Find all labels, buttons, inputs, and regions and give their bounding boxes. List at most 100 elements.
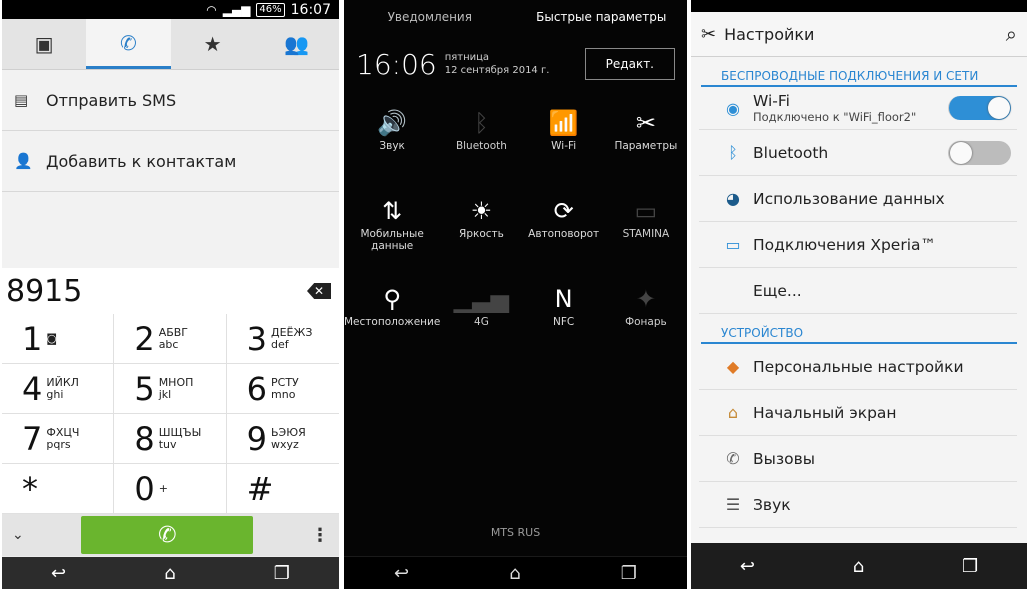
qs-tile-label: Автоповорот xyxy=(528,228,600,240)
key-0[interactable]: 0 + xyxy=(114,464,227,514)
sound-row[interactable]: ☰ Звук xyxy=(699,482,1017,528)
qs-tile-sound[interactable]: 🔊 Звук xyxy=(344,106,440,176)
back-icon[interactable]: ↩ xyxy=(51,563,66,584)
key-letters-primary: ИЙКЛ xyxy=(46,375,79,389)
dialed-number[interactable]: 8915 xyxy=(6,274,82,309)
key-letters: ◙ xyxy=(46,332,57,345)
key-4[interactable]: 4 ИЙКЛ ghi xyxy=(2,364,115,414)
home-icon[interactable]: ⌂ xyxy=(509,563,520,584)
key-8[interactable]: 8 ШЩЪЫ tuv xyxy=(114,414,227,464)
more-row[interactable]: Еще... xyxy=(699,268,1017,314)
clock-date: пятница 12 сентября 2014 г. xyxy=(445,51,550,77)
wifi-toggle[interactable] xyxy=(948,96,1011,120)
xperia-label: Подключения Xperia™ xyxy=(753,235,936,254)
key-9[interactable]: 9 ЬЭЮЯ wxyz xyxy=(226,414,339,464)
tab-notifications[interactable]: Уведомления xyxy=(344,10,516,24)
qs-tile-brightness[interactable]: ☀ Яркость xyxy=(440,194,522,264)
phone-icon: ✆ xyxy=(119,30,137,55)
wifi-row[interactable]: ◉ Wi-Fi Подключено к "WiFi_floor2" xyxy=(699,87,1017,130)
dialer-screen: ◠ ▂▄▆ 46% 16:07 ▣ ✆ ★ 👥 ▤ Отправить SMS … xyxy=(2,0,339,589)
key-letters-secondary: jkl xyxy=(158,387,172,401)
mobile-data-icon: ⇅ xyxy=(382,197,403,225)
collapse-chevron-icon[interactable]: ⌄ xyxy=(12,527,24,543)
xperia-row[interactable]: ▭ Подключения Xperia™ xyxy=(699,222,1017,268)
tab-contacts[interactable]: ▣ xyxy=(2,19,86,69)
data-usage-row[interactable]: ◕ Использование данных xyxy=(699,176,1017,222)
nav-bar: ↩ ⌂ ❐ xyxy=(691,543,1027,589)
overflow-menu-icon[interactable]: ⋮ xyxy=(311,525,329,546)
key-star[interactable]: * xyxy=(2,464,115,514)
section-device: УСТРОЙСТВО xyxy=(701,314,1017,344)
recents-icon[interactable]: ❐ xyxy=(274,563,290,584)
qs-tile-label: Фонарь xyxy=(625,316,667,328)
battery-badge: 46% xyxy=(256,2,285,17)
qs-tile-label: Звук xyxy=(379,140,405,152)
key-2[interactable]: 2 АБВГ abc xyxy=(114,314,227,364)
wifi-icon: 📶 xyxy=(548,109,579,137)
key-letters-primary: ДЕЁЖЗ xyxy=(271,325,313,339)
key-letters-secondary: def xyxy=(271,337,289,351)
key-5[interactable]: 5 МНОП jkl xyxy=(114,364,227,414)
tab-groups[interactable]: 👥 xyxy=(255,19,339,69)
add-contact-action[interactable]: 👤 Добавить к контактам xyxy=(2,131,339,192)
tools-icon: ✂ xyxy=(635,109,656,137)
edit-button[interactable]: Редакт. xyxy=(584,48,675,80)
qs-tile-wifi[interactable]: 📶 Wi-Fi xyxy=(523,106,605,176)
qs-tile-signal[interactable]: ▁▃▅ 4G xyxy=(440,282,522,352)
tools-icon: ✂ xyxy=(701,23,717,45)
key-digit: # xyxy=(246,469,274,508)
home-icon[interactable]: ⌂ xyxy=(853,556,864,577)
recents-icon[interactable]: ❐ xyxy=(962,556,978,577)
key-letters-primary: МНОП xyxy=(158,375,194,389)
tab-favorites[interactable]: ★ xyxy=(171,19,255,69)
tab-phone[interactable]: ✆ xyxy=(86,19,171,69)
add-contact-label: Добавить к контактам xyxy=(46,151,237,171)
key-1[interactable]: 1 ◙ xyxy=(2,314,115,364)
back-icon[interactable]: ↩ xyxy=(394,563,409,584)
bluetooth-row[interactable]: ᛒ Bluetooth xyxy=(699,130,1017,176)
qs-tile-bluetooth[interactable]: ᛒ Bluetooth xyxy=(440,106,522,176)
calls-row[interactable]: ✆ Вызовы xyxy=(699,436,1017,482)
key-letters: ДЕЁЖЗ def xyxy=(271,325,313,351)
status-bar: ◠ ▂▄▆ 46% 16:07 xyxy=(2,0,339,19)
key-hash[interactable]: # xyxy=(226,464,339,514)
key-letters-secondary: mno xyxy=(271,387,296,401)
qs-tile-flashlight[interactable]: ✦ Фонарь xyxy=(605,282,687,352)
home-screen-row[interactable]: ⌂ Начальный экран xyxy=(699,390,1017,436)
personal-row[interactable]: ◆ Персональные настройки xyxy=(699,344,1017,390)
search-icon[interactable]: ⌕ xyxy=(1006,22,1017,46)
key-digit: 1 xyxy=(22,319,43,358)
recents-icon[interactable]: ❐ xyxy=(621,563,637,584)
bluetooth-toggle[interactable] xyxy=(948,140,1011,165)
qs-tile-battery[interactable]: ▭ STAMINA xyxy=(605,194,687,264)
weekday: пятница xyxy=(444,52,490,63)
qs-tile-tools[interactable]: ✂ Параметры xyxy=(605,106,687,176)
calls-label: Вызовы xyxy=(753,449,815,468)
qs-tile-location[interactable]: ⚲ Местоположение xyxy=(344,282,440,352)
qs-tile-autorotate[interactable]: ⟳ Автоповорот xyxy=(523,194,605,264)
key-letters: ФХЦЧ pqrs xyxy=(46,426,79,451)
qs-tile-mobile-data[interactable]: ⇅ Мобильные данные xyxy=(344,194,440,264)
key-letters: РСТУ mno xyxy=(271,376,299,401)
tab-quick-settings[interactable]: Быстрые параметры xyxy=(516,10,688,24)
status-time: 16:07 xyxy=(290,1,331,18)
groups-icon: 👥 xyxy=(284,32,310,56)
location-icon: ⚲ xyxy=(383,285,401,313)
qs-tile-label: Мобильные данные xyxy=(360,228,424,252)
send-sms-action[interactable]: ▤ Отправить SMS xyxy=(2,70,339,131)
personalize-icon: ◆ xyxy=(726,357,740,376)
equalizer-icon: ☰ xyxy=(725,495,741,514)
quick-settings-grid: 🔊 Звук ᛒ Bluetooth 📶 Wi-Fi ✂ Параметры ⇅ Мобильны… xyxy=(344,94,687,352)
qs-tile-nfc[interactable]: N NFC xyxy=(523,282,605,352)
key-3[interactable]: 3 ДЕЁЖЗ def xyxy=(226,314,339,364)
back-icon[interactable]: ↩ xyxy=(740,556,755,577)
home-icon[interactable]: ⌂ xyxy=(164,563,175,584)
flashlight-icon: ✦ xyxy=(635,285,656,313)
date: 12 сентября 2014 г. xyxy=(444,65,550,76)
signal-icon: ▁▃▅ xyxy=(453,285,510,313)
call-button[interactable]: ✆ xyxy=(81,516,254,554)
backspace-icon[interactable]: ✕ xyxy=(307,283,331,299)
wifi-label: Wi-Fi xyxy=(753,92,790,110)
key-7[interactable]: 7 ФХЦЧ pqrs xyxy=(2,414,115,464)
key-6[interactable]: 6 РСТУ mno xyxy=(226,364,339,414)
